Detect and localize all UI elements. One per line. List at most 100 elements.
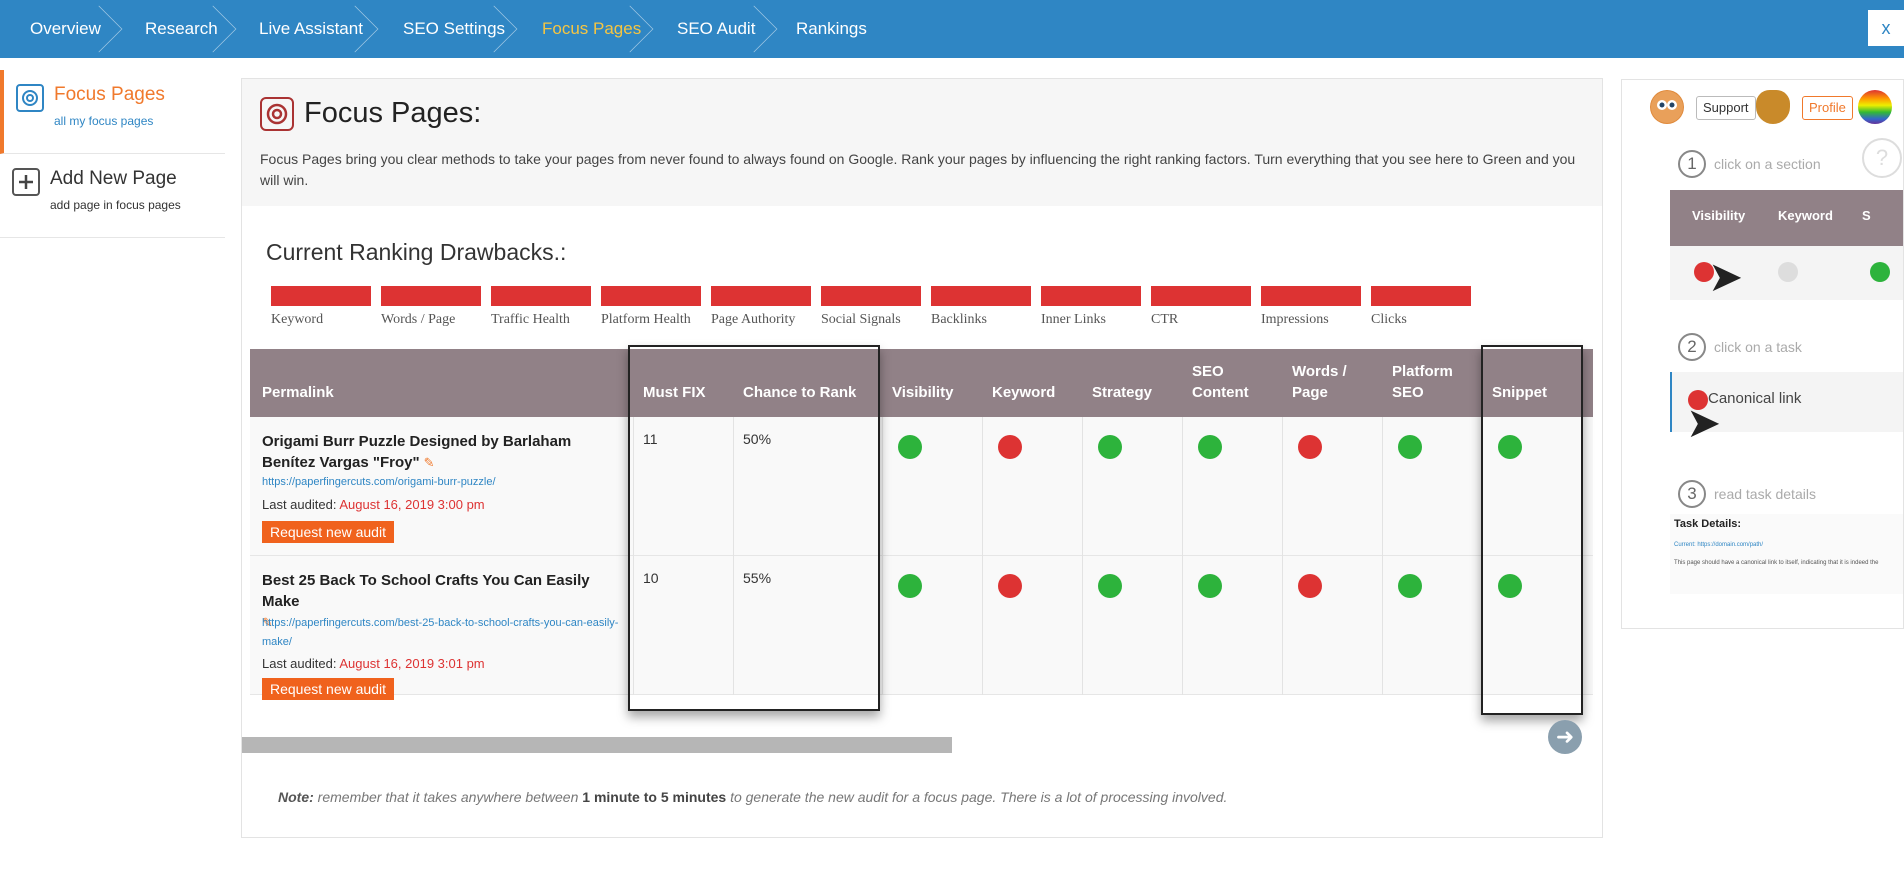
top-navigation-bar: Overview Research Live Assistant SEO Set…: [0, 0, 1904, 58]
drawback-page-authority[interactable]: Page Authority: [711, 286, 811, 328]
help-tutorial-panel: Support Profile ? 1 click on a section V…: [1621, 79, 1904, 629]
highlight-box-snippet: [1481, 345, 1583, 715]
column-header-visibility[interactable]: Visibility: [892, 382, 953, 403]
plus-icon: [12, 168, 40, 196]
sidebar-item-focus-pages[interactable]: Focus Pages all my focus pages: [0, 70, 225, 154]
drawback-backlinks[interactable]: Backlinks: [931, 286, 1031, 328]
horizontal-scrollbar[interactable]: [242, 737, 952, 753]
example-header-keyword: Keyword: [1778, 208, 1833, 223]
sidebar: Focus Pages all my focus pages Add New P…: [0, 70, 225, 238]
example-gray-dot: [1778, 262, 1798, 282]
column-header-permalink[interactable]: Permalink: [262, 382, 334, 403]
profile-button[interactable]: Profile: [1802, 96, 1853, 120]
last-audited: Last audited: August 16, 2019 3:01 pm: [262, 656, 485, 671]
intro-description: Focus Pages bring you clear methods to t…: [260, 151, 1576, 188]
note-time-range: 1 minute to 5 minutes: [582, 789, 727, 805]
note-text-after: to generate the new audit for a focus pa…: [730, 789, 1228, 805]
drawback-ctr[interactable]: CTR: [1151, 286, 1251, 328]
focus-pages-logo-icon: [260, 97, 294, 131]
table-row: Origami Burr Puzzle Designed by Barlaham…: [250, 417, 1593, 556]
note-label: Note:: [278, 789, 314, 805]
strategy-status-dot[interactable]: [1098, 435, 1122, 459]
mouse-cursor-icon: ➤: [1686, 399, 1722, 446]
drawback-bar: [271, 286, 371, 306]
drawback-social-signals[interactable]: Social Signals: [821, 286, 921, 328]
drawback-label: Clicks: [1371, 312, 1407, 327]
last-audited: Last audited: August 16, 2019 3:00 pm: [262, 497, 485, 512]
words-page-status-dot[interactable]: [1298, 435, 1322, 459]
column-divider: [982, 417, 983, 695]
mascot-avatar-icon[interactable]: [1650, 90, 1684, 124]
drawback-platform-health[interactable]: Platform Health: [601, 286, 701, 328]
drawback-label: Page Authority: [711, 312, 796, 327]
visibility-status-dot[interactable]: [898, 574, 922, 598]
column-header-keyword[interactable]: Keyword: [992, 382, 1055, 403]
sidebar-item-add-new-page[interactable]: Add New Page add page in focus pages: [0, 154, 225, 238]
example-green-dot: [1870, 262, 1890, 282]
column-header-seo-content[interactable]: SEO Content: [1192, 361, 1262, 403]
drawback-keyword[interactable]: Keyword: [271, 286, 371, 328]
drawback-impressions[interactable]: Impressions: [1261, 286, 1361, 328]
page-title: Focus Pages:: [304, 97, 482, 129]
arrow-right-icon[interactable]: ➜: [1548, 720, 1582, 754]
step-label: click on a task: [1714, 339, 1802, 355]
last-audited-date: August 16, 2019 3:01 pm: [339, 656, 485, 671]
user-avatar[interactable]: [1858, 90, 1892, 124]
column-divider: [1282, 417, 1283, 695]
drawback-bar: [491, 286, 591, 306]
drawback-inner-links[interactable]: Inner Links: [1041, 286, 1141, 328]
platform-seo-status-dot[interactable]: [1398, 574, 1422, 598]
step-number: 2: [1678, 333, 1706, 361]
seo-content-status-dot[interactable]: [1198, 435, 1222, 459]
step-number: 3: [1678, 480, 1706, 508]
drawback-bar: [1151, 286, 1251, 306]
drawback-bar: [601, 286, 701, 306]
keyword-status-dot[interactable]: [998, 574, 1022, 598]
column-divider: [1082, 417, 1083, 695]
drawback-words-page[interactable]: Words / Page: [381, 286, 481, 328]
column-header-strategy[interactable]: Strategy: [1092, 382, 1152, 403]
drawback-clicks[interactable]: Clicks: [1371, 286, 1471, 328]
focus-page-title[interactable]: Best 25 Back To School Crafts You Can Ea…: [262, 572, 590, 610]
page-url[interactable]: https://paperfingercuts.com/best-25-back…: [262, 614, 622, 652]
task-details-title: Task Details:: [1674, 518, 1742, 530]
visibility-status-dot[interactable]: [898, 435, 922, 459]
page-url[interactable]: https://paperfingercuts.com/origami-burr…: [262, 473, 622, 492]
focus-pages-icon: [16, 84, 44, 112]
example-task-label: Canonical link: [1708, 390, 1802, 407]
column-divider: [1382, 417, 1383, 695]
page-title-cell[interactable]: Origami Burr Puzzle Designed by Barlaham…: [262, 431, 622, 473]
words-page-status-dot[interactable]: [1298, 574, 1322, 598]
focus-pages-panel: Focus Pages: Focus Pages bring you clear…: [241, 78, 1603, 838]
drawback-bar: [931, 286, 1031, 306]
intro-section: Focus Pages: Focus Pages bring you clear…: [242, 79, 1602, 206]
edit-icon[interactable]: ✎: [424, 452, 435, 473]
help-question-icon: ?: [1862, 138, 1902, 178]
request-new-audit-button[interactable]: Request new audit: [262, 521, 394, 543]
close-button[interactable]: x: [1868, 10, 1904, 46]
sidebar-item-title: Focus Pages: [54, 84, 165, 105]
column-divider: [882, 417, 883, 695]
drawback-label: CTR: [1151, 312, 1179, 327]
drawback-label: Keyword: [271, 312, 324, 327]
strategy-status-dot[interactable]: [1098, 574, 1122, 598]
seo-content-status-dot[interactable]: [1198, 574, 1222, 598]
focus-page-title[interactable]: Origami Burr Puzzle Designed by Barlaham…: [262, 433, 571, 471]
platform-seo-status-dot[interactable]: [1398, 435, 1422, 459]
drawback-traffic-health[interactable]: Traffic Health: [491, 286, 591, 328]
request-new-audit-button[interactable]: Request new audit: [262, 678, 394, 700]
support-button[interactable]: Support: [1696, 96, 1756, 120]
example-task-details: Task Details: Current: https://domain.co…: [1670, 514, 1903, 594]
sidebar-item-subtitle: all my focus pages: [54, 114, 154, 128]
highlight-box-must-fix-chance: [628, 345, 880, 711]
drawback-label: Inner Links: [1041, 312, 1106, 327]
column-header-words-page[interactable]: Words / Page: [1292, 361, 1362, 403]
acorn-icon[interactable]: [1756, 90, 1790, 124]
column-header-platform-seo[interactable]: Platform SEO: [1392, 361, 1462, 403]
drawback-label: Traffic Health: [491, 312, 570, 327]
processing-note: Note: remember that it takes anywhere be…: [278, 789, 1227, 805]
keyword-status-dot[interactable]: [998, 435, 1022, 459]
example-table-header: Visibility Keyword S: [1670, 190, 1903, 246]
nav-item-rankings[interactable]: Rankings: [796, 0, 867, 58]
drawback-label: Impressions: [1261, 312, 1329, 327]
